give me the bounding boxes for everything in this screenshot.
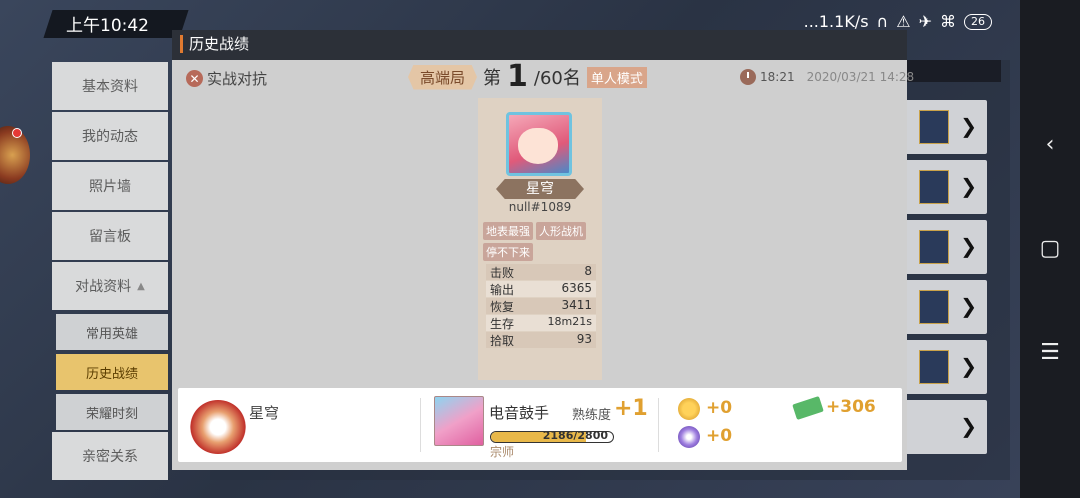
tag-badge: 地表最强 [483, 222, 533, 240]
battle-type: ✕ 实战对抗 [186, 68, 267, 89]
stat-label: 击败 [490, 266, 515, 280]
menu-item-intimacy[interactable]: 亲密关系 [52, 432, 168, 480]
mastery-label: 熟练度 [572, 408, 612, 423]
stat-label: 输出 [490, 283, 515, 297]
tag-badge: 停不下来 [483, 243, 533, 261]
background-record-row[interactable]: ❯ [905, 100, 987, 154]
chevron-up-icon: ▲ [137, 280, 145, 292]
stat-row: 击败 8 [486, 264, 596, 280]
player-name: 星穹 [249, 404, 280, 422]
result-panel [178, 388, 902, 462]
stat-row: 生存 18m21s [486, 315, 596, 331]
modal-title-bar [172, 30, 907, 60]
mute-bell-icon: ⚠ [896, 12, 911, 31]
menu-item-my-activity[interactable]: 我的动态 [52, 112, 168, 160]
stat-label: 拾取 [490, 334, 515, 348]
mastery-rank: 宗师 [490, 445, 515, 459]
crossed-swords-icon: ✕ [186, 70, 203, 87]
menu-item-photo-wall[interactable]: 照片墙 [52, 162, 168, 210]
menu-sub-history[interactable]: 历史战绩 [56, 354, 168, 390]
stat-value: 18m21s [547, 315, 592, 328]
item-thumbnail [919, 110, 949, 144]
modal-title: 历史战绩 [180, 35, 249, 53]
item-thumbnail [919, 350, 949, 384]
background-record-row[interactable]: ❯ [905, 220, 987, 274]
menu-item-label: 对战资料 [75, 279, 132, 295]
network-speed: ...1.1K/s [803, 12, 869, 31]
stat-row: 恢复 3411 [486, 298, 596, 314]
stat-label: 生存 [490, 317, 515, 331]
notification-dot [12, 128, 22, 138]
coin-gain: +0 [706, 398, 733, 418]
skin-portrait[interactable] [434, 396, 484, 446]
stat-row: 输出 6365 [486, 281, 596, 297]
menu-item-message-board[interactable]: 留言板 [52, 212, 168, 260]
tag-badge: 人形战机 [536, 222, 586, 240]
stat-value: 93 [576, 332, 592, 346]
gem-gain: +0 [706, 426, 733, 446]
system-nav-bar: ‹ ▢ ☰ [1020, 0, 1080, 498]
headphone-icon: ∩ [876, 12, 889, 31]
rank-number: 1 [507, 59, 528, 94]
skin-name: 电音鼓手 [489, 404, 550, 422]
battle-type-label: 实战对抗 [207, 70, 268, 88]
item-thumbnail [919, 230, 949, 264]
chevron-right-icon: ❯ [960, 234, 977, 258]
player-tags: 地表最强 人形战机 停不下来 [483, 222, 601, 261]
menu-icon[interactable]: ☰ [1020, 340, 1080, 365]
match-duration: 18:21 [760, 70, 795, 84]
chevron-right-icon: ❯ [960, 354, 977, 378]
clock-icon [740, 69, 756, 85]
phoenix-emblem-icon [190, 400, 246, 454]
background-list-header [905, 60, 1001, 82]
player-id: null#1089 [508, 200, 572, 214]
rank-prefix: 第 [483, 68, 502, 89]
chevron-right-icon: ❯ [960, 174, 977, 198]
airplane-icon: ✈ [918, 12, 932, 31]
hero-name-plate: 星穹 [496, 179, 584, 199]
background-record-row[interactable]: ❯ [905, 280, 987, 334]
match-time: 18:21 2020/03/21 14:28 [740, 69, 914, 85]
match-datetime: 2020/03/21 14:28 [806, 70, 915, 84]
stats-table: 击败 8 输出 6365 恢复 3411 生存 18m21s 拾取 93 [486, 264, 596, 349]
background-record-row[interactable]: ❯ [905, 160, 987, 214]
gem-icon [678, 426, 700, 448]
divider [658, 398, 659, 452]
clock-time: 上午10:42 [66, 16, 149, 36]
battery-icon: 26 [964, 13, 992, 30]
background-record-row[interactable]: ❯ [905, 400, 987, 454]
wifi-icon: ⌘ [940, 12, 956, 31]
status-icons: ...1.1K/s ∩ ⚠ ✈ ⌘ 26 [804, 12, 992, 31]
mastery-gain: +1 [614, 396, 648, 421]
chevron-right-icon: ❯ [960, 114, 977, 138]
menu-item-battle-info[interactable]: 对战资料 ▲ [52, 262, 168, 310]
rank-row: 高端局 第 1 /60名 单人模式 [408, 62, 647, 92]
background-record-row[interactable]: ❯ [905, 340, 987, 394]
stat-value: 3411 [561, 298, 592, 312]
rank-suffix: /60名 [533, 68, 581, 89]
coin-icon [678, 398, 700, 420]
tier-badge: 高端局 [408, 64, 478, 90]
menu-item-basic-info[interactable]: 基本资料 [52, 62, 168, 110]
left-menu: 基本资料 我的动态 照片墙 留言板 对战资料 ▲ 常用英雄 历史战绩 荣耀时刻 … [52, 62, 168, 482]
item-thumbnail [919, 290, 949, 324]
menu-sub-common-heroes[interactable]: 常用英雄 [56, 314, 168, 350]
stat-value: 6365 [561, 281, 592, 295]
hero-face [518, 128, 558, 164]
stat-row: 拾取 93 [486, 332, 596, 348]
money-gain: +306 [826, 397, 876, 417]
divider [420, 398, 421, 452]
menu-sub-glory-moments[interactable]: 荣耀时刻 [56, 394, 168, 430]
stat-value: 8 [584, 264, 592, 278]
home-icon[interactable]: ▢ [1020, 236, 1080, 261]
back-icon[interactable]: ‹ [1020, 132, 1080, 157]
chevron-right-icon: ❯ [960, 414, 977, 438]
item-thumbnail [919, 170, 949, 204]
stat-label: 恢复 [490, 300, 515, 314]
mode-tag: 单人模式 [586, 66, 647, 88]
chevron-right-icon: ❯ [960, 294, 977, 318]
mastery-progress-text: 2186/2800 [542, 429, 608, 442]
